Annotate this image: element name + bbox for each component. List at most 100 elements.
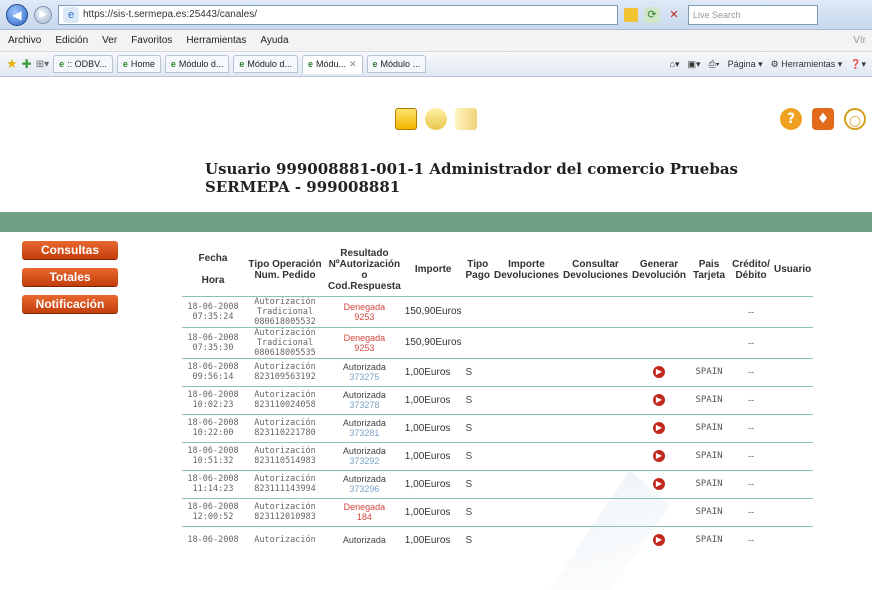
- generate-refund-icon[interactable]: ▶: [653, 366, 665, 378]
- cell-fecha-hora: 18-06-2008 10:51:32: [182, 441, 244, 470]
- table-row[interactable]: 18-06-2008 10:02:23 Autorización 8231100240…: [182, 385, 814, 414]
- col-pais-tarjeta[interactable]: Pais Tarjeta: [688, 244, 730, 296]
- generate-refund-icon[interactable]: ▶: [653, 534, 665, 547]
- cell-resultado[interactable]: Denegada 184: [326, 497, 403, 526]
- menu-favoritos[interactable]: Favoritos: [131, 35, 172, 46]
- table-row[interactable]: 18-06-2008 09:56:14 Autorización 8231095631…: [182, 357, 814, 386]
- generate-refund-icon[interactable]: ▶: [653, 450, 665, 462]
- cell-generar-devolucion[interactable]: ▶: [630, 413, 688, 442]
- coins-icon[interactable]: [425, 108, 447, 130]
- col-usuario[interactable]: Usuario: [772, 244, 813, 296]
- table-row[interactable]: 18-06-2008 10:51:32 Autorización 8231105149…: [182, 441, 814, 470]
- tab-modulo-active[interactable]: e Módu... ✕: [301, 54, 363, 74]
- cell-generar-devolucion[interactable]: ▶: [630, 441, 688, 470]
- cell-tipo-pago: S: [463, 357, 492, 386]
- forward-arrow-icon[interactable]: ▶: [34, 5, 52, 24]
- col-importe-devoluciones[interactable]: Importe Devoluciones: [492, 244, 561, 296]
- cell-generar-devolucion[interactable]: ▶: [630, 357, 688, 386]
- feeds-icon[interactable]: ▣▾: [688, 59, 701, 70]
- cart-icon[interactable]: [395, 108, 417, 130]
- cell-credito-debito: --: [730, 357, 772, 386]
- col-tipo-pago[interactable]: Tipo Pago: [464, 244, 492, 296]
- col-tipo-operacion[interactable]: Tipo Operación Num. Pedido: [244, 244, 326, 296]
- page-menu[interactable]: Página ▾: [728, 59, 763, 70]
- cell-importe: 1,00Euros: [402, 413, 464, 442]
- home-gear-icon[interactable]: ♦: [812, 108, 834, 130]
- col-fecha-hora[interactable]: Fecha Hora: [182, 244, 244, 296]
- table-row[interactable]: 18-06-2008 Autorización Autorizada 1,00Euro…: [182, 525, 814, 554]
- menu-ayuda[interactable]: Ayuda: [260, 35, 288, 46]
- cell-resultado[interactable]: Autorizada 373278: [326, 385, 403, 414]
- add-favorite-icon[interactable]: ✚: [22, 57, 32, 71]
- cell-tipo-operacion: Autorización Tradicional 080618005535: [244, 326, 326, 358]
- cell-credito-debito: --: [730, 497, 772, 526]
- help-icon[interactable]: ❓▾: [850, 59, 866, 70]
- book-icon[interactable]: [455, 108, 477, 130]
- cell-resultado[interactable]: Autorizada 373292: [326, 441, 403, 470]
- cell-usuario: [772, 357, 814, 386]
- cell-consultar-devoluciones: [560, 441, 630, 470]
- col-consultar-devoluciones[interactable]: Consultar Devoluciones: [561, 244, 630, 296]
- cell-consultar-devoluciones: [560, 385, 630, 414]
- cell-credito-debito: --: [730, 326, 772, 358]
- menu-ver[interactable]: Ver: [102, 35, 117, 46]
- generate-refund-icon[interactable]: ▶: [653, 394, 665, 406]
- generate-refund-icon[interactable]: ▶: [653, 478, 665, 490]
- table-row[interactable]: 18-06-2008 11:14:23 Autorización 8231111439…: [182, 469, 814, 498]
- table-row[interactable]: 18-06-2008 07:35:30 Autorización Tradicion…: [182, 326, 814, 358]
- cell-tipo-operacion: Autorización: [244, 525, 326, 554]
- menu-edicion[interactable]: Edición: [55, 35, 88, 46]
- cell-tipo-pago: S: [463, 413, 492, 442]
- col-importe[interactable]: Importe: [403, 244, 464, 296]
- table-row[interactable]: 18-06-2008 12:00:52 Autorización 8231120109…: [182, 497, 814, 526]
- cell-credito-debito: --: [730, 413, 772, 442]
- cell-resultado[interactable]: Denegada 9253: [326, 295, 403, 327]
- favorites-star-icon[interactable]: ★: [6, 56, 18, 72]
- generate-refund-icon[interactable]: ▶: [653, 422, 665, 434]
- stop-icon[interactable]: ✕: [666, 7, 682, 23]
- table-row[interactable]: 18-06-2008 07:35:24 Autorización Tradicion…: [182, 295, 814, 327]
- cell-resultado[interactable]: Autorizada 373281: [326, 413, 403, 442]
- refresh-icon[interactable]: ⟳: [644, 6, 660, 23]
- col-resultado[interactable]: Resultado NºAutorización o Cod.Respuesta: [326, 244, 403, 296]
- cell-resultado[interactable]: Autorizada 373275: [326, 357, 403, 386]
- address-bar[interactable]: e https://sis-t.sermepa.es:25443/canales…: [58, 4, 618, 25]
- url-text[interactable]: https://sis-t.sermepa.es:25443/canales/: [83, 6, 257, 24]
- cell-tipo-operacion: Autorización 823110514983: [244, 441, 326, 470]
- cell-resultado[interactable]: Autorizada 373296: [326, 469, 403, 498]
- menu-herramientas[interactable]: Herramientas: [186, 35, 246, 46]
- cell-importe: 1,00Euros: [402, 497, 464, 526]
- col-generar-devolucion[interactable]: Generar Devolución: [630, 244, 688, 296]
- sidebar-item-totales[interactable]: Totales: [22, 268, 118, 286]
- cell-importe: 1,00Euros: [402, 357, 464, 386]
- cell-pais: SPAIN: [688, 385, 730, 414]
- menu-archivo[interactable]: Archivo: [8, 35, 41, 46]
- cell-credito-debito: --: [730, 525, 772, 554]
- tools-menu[interactable]: ⚙ Herramientas ▾: [771, 59, 843, 70]
- tab-home[interactable]: e Home: [116, 55, 161, 73]
- cell-tipo-pago: [463, 326, 492, 358]
- col-credito-debito[interactable]: Crédito/ Débito: [730, 244, 772, 296]
- tab-modulo-2[interactable]: e Módulo d...: [233, 55, 298, 73]
- logout-icon[interactable]: ○: [844, 108, 866, 130]
- tab-modulo-1[interactable]: e Módulo d...: [164, 55, 230, 73]
- back-arrow-icon[interactable]: ◀: [6, 3, 28, 26]
- sidebar-item-notificacion[interactable]: Notificación: [22, 295, 118, 313]
- cell-resultado[interactable]: Autorizada: [326, 525, 403, 554]
- lock-icon[interactable]: [624, 7, 638, 22]
- menu-overflow[interactable]: Vír: [853, 35, 872, 46]
- cell-generar-devolucion[interactable]: ▶: [630, 525, 688, 554]
- table-row[interactable]: 18-06-2008 10:22:00 Autorización 8231102217…: [182, 413, 814, 442]
- cell-generar-devolucion[interactable]: ▶: [630, 385, 688, 414]
- help-question-icon[interactable]: ?: [780, 108, 802, 130]
- quick-tabs-icon[interactable]: ⊞▾: [36, 59, 49, 70]
- cell-resultado[interactable]: Denegada 9253: [326, 326, 403, 358]
- home-icon[interactable]: ⌂▾: [670, 59, 680, 70]
- tab-odbv[interactable]: e:: ODBV...: [53, 55, 113, 73]
- cell-generar-devolucion[interactable]: ▶: [630, 469, 688, 498]
- tab-modulo-3[interactable]: e Módulo ...: [366, 55, 427, 73]
- cell-tipo-pago: S: [463, 385, 492, 414]
- print-icon[interactable]: ⎙▾: [709, 59, 720, 70]
- search-input[interactable]: Live Search: [688, 4, 818, 25]
- sidebar-item-consultas[interactable]: Consultas: [22, 241, 118, 259]
